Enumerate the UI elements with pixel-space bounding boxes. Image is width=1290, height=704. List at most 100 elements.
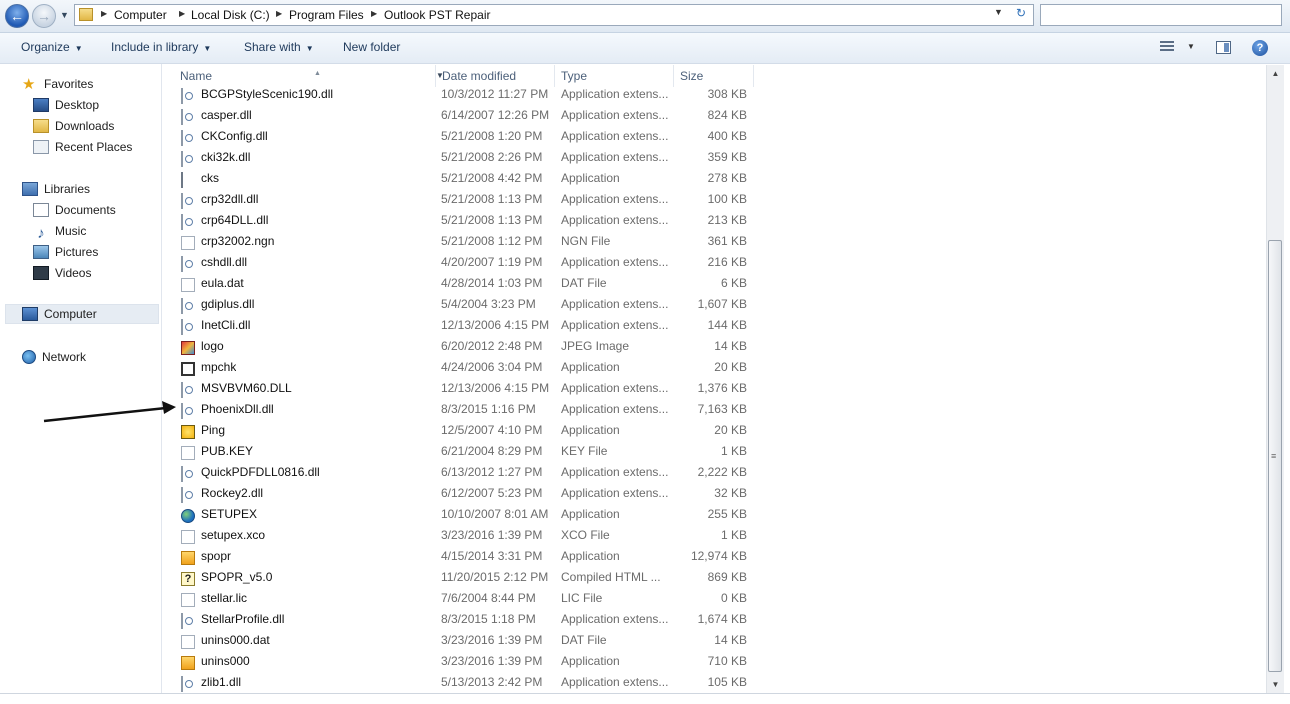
file-row[interactable]: mpchk 4/24/2006 3:04 PM Application 20 KB (162, 360, 762, 381)
file-row[interactable]: gdiplus.dll 5/4/2004 3:23 PM Application e… (162, 297, 762, 318)
file-type: Application extens... (561, 108, 669, 122)
file-row[interactable]: crp32dll.dll 5/21/2008 1:13 PM Application… (162, 192, 762, 213)
breadcrumb-computer[interactable]: Computer (114, 8, 167, 22)
file-row[interactable]: BCGPStyleScenic190.dll 10/3/2012 11:27 PM… (162, 87, 762, 108)
file-size: 7,163 KB (697, 402, 747, 416)
file-row[interactable]: PUB.KEY 6/21/2004 8:29 PM KEY File 1 KB (162, 444, 762, 465)
scroll-down-icon[interactable]: ▼ (1267, 676, 1284, 693)
chevron-right-icon[interactable]: ▶ (101, 9, 107, 18)
chevron-right-icon[interactable]: ▶ (371, 9, 377, 18)
address-bar[interactable]: ▶ Computer ▶ Local Disk (C:) ▶ Program F… (74, 4, 1034, 26)
chevron-right-icon[interactable]: ▶ (276, 9, 282, 18)
breadcrumb-local-disk[interactable]: Local Disk (C:) (191, 8, 270, 22)
nav-music[interactable]: ♪ Music (33, 222, 86, 241)
file-row[interactable]: CKConfig.dll 5/21/2008 1:20 PM Application… (162, 129, 762, 150)
file-type: Application extens... (561, 612, 669, 626)
file-type: DAT File (561, 276, 607, 290)
nav-libraries[interactable]: Libraries (22, 180, 90, 198)
file-row[interactable]: eula.dat 4/28/2014 1:03 PM DAT File 6 KB (162, 276, 762, 297)
file-row[interactable]: unins000 3/23/2016 1:39 PM Application 710 … (162, 654, 762, 675)
file-row[interactable]: stellar.lic 7/6/2004 8:44 PM LIC File 0 KB (162, 591, 762, 612)
column-header-type[interactable]: Type (555, 65, 674, 87)
nav-network[interactable]: Network (22, 348, 86, 366)
file-row[interactable]: QuickPDFDLL0816.dll 6/13/2012 1:27 PM Appl… (162, 465, 762, 486)
column-header-name[interactable]: ▲ Name ▼ (174, 65, 444, 87)
nav-favorites[interactable]: ★ Favorites (22, 75, 93, 93)
chevron-down-icon[interactable]: ▼ (1187, 42, 1195, 51)
file-name: PUB.KEY (201, 444, 254, 458)
new-folder-button[interactable]: New folder (343, 40, 400, 54)
file-row[interactable]: Rockey2.dll 6/12/2007 5:23 PM Application … (162, 486, 762, 507)
file-name: unins000.dat (201, 633, 270, 647)
forward-button[interactable]: → (32, 4, 56, 28)
file-row[interactable]: Ping 12/5/2007 4:10 PM Application 20 KB (162, 423, 762, 444)
file-row[interactable]: spopr 4/15/2014 3:31 PM Application 12,974 … (162, 549, 762, 570)
file-size: 2,222 KB (697, 465, 747, 479)
recent-pages-dropdown[interactable]: ▼ (60, 8, 72, 22)
dll-icon (181, 298, 183, 314)
file-row[interactable]: PhoenixDll.dll 8/3/2015 1:16 PM Applicatio… (162, 402, 762, 423)
file-row[interactable]: cks 5/21/2008 4:42 PM Application 278 KB (162, 171, 762, 192)
file-row[interactable]: setupex.xco 3/23/2016 1:39 PM XCO File 1 KB (162, 528, 762, 549)
organize-button[interactable]: Organize ▼ (21, 40, 83, 54)
file-row[interactable]: crp64DLL.dll 5/21/2008 1:13 PM Application… (162, 213, 762, 234)
file-date-modified: 6/14/2007 12:26 PM (441, 108, 550, 122)
nav-videos[interactable]: Videos (33, 264, 91, 282)
nav-recent-places[interactable]: Recent Places (33, 138, 132, 156)
share-with-button[interactable]: Share with ▼ (244, 40, 314, 54)
nav-pictures[interactable]: Pictures (33, 243, 98, 261)
include-in-library-button[interactable]: Include in library ▼ (111, 40, 211, 54)
file-date-modified: 4/24/2006 3:04 PM (441, 360, 543, 374)
column-header-size[interactable]: Size (674, 65, 754, 87)
refresh-icon[interactable]: ↻ (1012, 6, 1030, 20)
file-date-modified: 12/13/2006 4:15 PM (441, 381, 550, 395)
file-size: 1,674 KB (697, 612, 747, 626)
help-icon[interactable]: ? (1252, 40, 1268, 56)
file-row[interactable]: zlib1.dll 5/13/2013 2:42 PM Application ex… (162, 675, 762, 693)
file-name: cks (201, 171, 219, 185)
chevron-right-icon[interactable]: ▶ (179, 9, 185, 18)
file-type: Application extens... (561, 213, 669, 227)
file-name: eula.dat (201, 276, 244, 290)
column-header-date-modified[interactable]: Date modified (436, 65, 555, 87)
breadcrumb-outlook-pst-repair[interactable]: Outlook PST Repair (384, 8, 491, 22)
vertical-scrollbar[interactable]: ▲ ≡ ▼ (1266, 65, 1284, 693)
file-type: Application (561, 360, 620, 374)
file-size: 0 KB (720, 591, 747, 605)
file-date-modified: 3/23/2016 1:39 PM (441, 633, 543, 647)
file-row[interactable]: cshdll.dll 4/20/2007 1:19 PM Application e… (162, 255, 762, 276)
file-row[interactable]: casper.dll 6/14/2007 12:26 PM Application … (162, 108, 762, 129)
breadcrumb-program-files[interactable]: Program Files (289, 8, 364, 22)
address-dropdown-icon[interactable]: ▼ (994, 7, 1003, 17)
file-size: 710 KB (707, 654, 747, 668)
file-row[interactable]: SETUPEX 10/10/2007 8:01 AM Application 255 … (162, 507, 762, 528)
file-row[interactable]: InetCli.dll 12/13/2006 4:15 PM Application… (162, 318, 762, 339)
chm-help-icon: ? (181, 572, 195, 586)
file-row[interactable]: ? SPOPR_v5.0 11/20/2015 2:12 PM Compiled HT… (162, 570, 762, 591)
change-view-icon[interactable] (1160, 41, 1174, 53)
videos-icon (33, 266, 49, 280)
search-input[interactable] (1040, 4, 1282, 26)
file-row[interactable]: cki32k.dll 5/21/2008 2:26 PM Application e… (162, 150, 762, 171)
folder-icon (79, 8, 93, 21)
nav-computer[interactable]: Computer (22, 305, 97, 323)
scrollbar-thumb[interactable]: ≡ (1268, 240, 1282, 672)
scroll-up-icon[interactable]: ▲ (1267, 65, 1284, 82)
file-date-modified: 5/21/2008 1:12 PM (441, 234, 543, 248)
file-row[interactable]: logo 6/20/2012 2:48 PM JPEG Image 14 KB (162, 339, 762, 360)
file-name: SETUPEX (201, 507, 258, 521)
file-size: 824 KB (707, 108, 747, 122)
nav-documents[interactable]: Documents (33, 201, 116, 219)
nav-downloads[interactable]: Downloads (33, 117, 114, 135)
chevron-down-icon: ▼ (203, 44, 212, 53)
back-button[interactable]: ← (5, 4, 29, 28)
file-row[interactable]: crp32002.ngn 5/21/2008 1:12 PM NGN File 361… (162, 234, 762, 255)
file-row[interactable]: MSVBVM60.DLL 12/13/2006 4:15 PM Applicatio… (162, 381, 762, 402)
file-name: QuickPDFDLL0816.dll (201, 465, 320, 479)
file-date-modified: 4/15/2014 3:31 PM (441, 549, 543, 563)
file-row[interactable]: unins000.dat 3/23/2016 1:39 PM DAT File 14 … (162, 633, 762, 654)
preview-pane-icon[interactable] (1216, 41, 1231, 54)
file-row[interactable]: StellarProfile.dll 8/3/2015 1:18 PM Applic… (162, 612, 762, 633)
nav-desktop[interactable]: Desktop (33, 96, 99, 114)
file-name: stellar.lic (201, 591, 248, 605)
